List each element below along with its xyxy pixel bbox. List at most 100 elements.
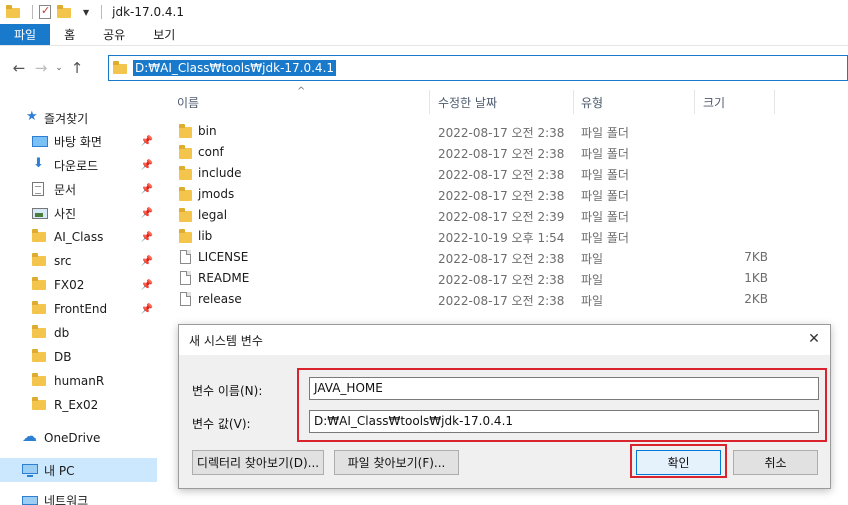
column-header-type[interactable]: 유형	[581, 90, 603, 114]
sidebar-item-this-pc[interactable]: 내 PC	[0, 458, 157, 482]
sidebar-item-pictures[interactable]: 사진 📌	[0, 201, 157, 225]
pin-icon: 📌	[140, 231, 153, 243]
folder-icon	[32, 397, 48, 412]
folder-icon	[179, 187, 192, 201]
folder-icon	[113, 61, 127, 74]
file-name: include	[198, 166, 242, 180]
folder-icon	[179, 145, 192, 159]
column-divider[interactable]	[573, 90, 574, 114]
pin-icon: 📌	[140, 279, 153, 291]
close-icon[interactable]: ✕	[806, 331, 822, 347]
divider	[101, 5, 103, 19]
table-row[interactable]: lib 2022-10-19 오후 1:54 파일 폴더	[157, 226, 848, 247]
table-row[interactable]: bin 2022-08-17 오전 2:38 파일 폴더	[157, 121, 848, 142]
pin-icon: 📌	[140, 135, 153, 147]
browse-file-button[interactable]: 파일 찾아보기(F)...	[334, 450, 459, 475]
file-date: 2022-10-19 오후 1:54	[438, 231, 565, 245]
column-header-name[interactable]: 이름	[177, 90, 199, 114]
divider	[32, 5, 33, 19]
sidebar-item-fx02[interactable]: FX02 📌	[0, 273, 157, 297]
folder-icon	[179, 229, 192, 243]
file-size: 7KB	[744, 250, 768, 264]
folder-icon	[179, 208, 192, 222]
dialog-title: 새 시스템 변수	[189, 333, 263, 348]
folder-icon	[32, 301, 48, 316]
file-date: 2022-08-17 오전 2:38	[438, 168, 565, 182]
column-header-size[interactable]: 크기	[703, 90, 725, 114]
file-size: 2KB	[744, 292, 768, 306]
tab-file[interactable]: 파일	[0, 24, 51, 45]
column-divider[interactable]	[429, 90, 430, 114]
sidebar-item-r-ex02[interactable]: R_Ex02	[0, 393, 157, 417]
address-path[interactable]: D:₩AI_Class₩tools₩jdk-17.0.4.1	[133, 60, 337, 76]
file-type: 파일	[581, 294, 604, 308]
ribbon-tabs: 파일 홈 공유 보기	[0, 24, 848, 46]
table-row[interactable]: include 2022-08-17 오전 2:38 파일 폴더	[157, 163, 848, 184]
folder-icon	[32, 373, 48, 388]
table-row[interactable]: conf 2022-08-17 오전 2:38 파일 폴더	[157, 142, 848, 163]
properties-icon[interactable]	[39, 4, 51, 19]
sidebar-item-downloads[interactable]: 다운로드 📌	[0, 153, 157, 177]
file-icon	[179, 271, 192, 285]
table-row[interactable]: jmods 2022-08-17 오전 2:38 파일 폴더	[157, 184, 848, 205]
table-row[interactable]: legal 2022-08-17 오전 2:39 파일 폴더	[157, 205, 848, 226]
customize-toolbar-dropdown-icon[interactable]: ▼	[83, 8, 89, 17]
table-row[interactable]: LICENSE 2022-08-17 오전 2:38 파일 7KB	[157, 247, 848, 268]
variable-name-field[interactable]: JAVA_HOME	[309, 377, 819, 400]
folder-icon	[179, 124, 192, 138]
column-divider[interactable]	[694, 90, 695, 114]
recent-locations-chevron-icon[interactable]: ⌄	[52, 63, 66, 73]
file-type: 파일 폴더	[581, 210, 629, 224]
variable-value-field[interactable]: D:₩AI_Class₩tools₩jdk-17.0.4.1	[309, 410, 819, 433]
column-divider[interactable]	[774, 90, 775, 114]
folder-icon	[179, 166, 192, 180]
sidebar-item-documents[interactable]: 문서 📌	[0, 177, 157, 201]
variable-name-label: 변수 이름(N):	[192, 384, 263, 398]
folder-icon	[32, 277, 48, 292]
ok-button[interactable]: 확인	[636, 450, 721, 475]
cancel-button[interactable]: 취소	[733, 450, 818, 475]
sidebar-item-onedrive[interactable]: OneDrive	[0, 426, 157, 450]
back-arrow-icon[interactable]: ←	[8, 59, 30, 77]
sidebar-item-db-upper[interactable]: DB	[0, 345, 157, 369]
sidebar-item-db-lower[interactable]: db	[0, 321, 157, 345]
desktop-icon	[32, 135, 48, 147]
sidebar-item-src[interactable]: src 📌	[0, 249, 157, 273]
column-header-date[interactable]: 수정한 날짜	[438, 90, 497, 114]
tab-home[interactable]: 홈	[50, 24, 89, 45]
sidebar-item-favorites[interactable]: 즐겨찾기	[0, 106, 157, 130]
file-type: 파일 폴더	[581, 189, 629, 203]
pin-icon: 📌	[140, 303, 153, 315]
download-icon	[32, 156, 48, 172]
up-arrow-icon[interactable]: ↑	[66, 59, 88, 77]
file-name: legal	[198, 208, 228, 222]
file-type: 파일	[581, 273, 604, 287]
file-name: lib	[198, 229, 213, 243]
sidebar-item-frontend[interactable]: FrontEnd 📌	[0, 297, 157, 321]
tab-view[interactable]: 보기	[139, 24, 189, 45]
browse-directory-button[interactable]: 디렉터리 찾아보기(D)...	[192, 450, 324, 475]
sidebar-item-network[interactable]: 네트워크	[0, 488, 157, 505]
folder-icon	[32, 229, 48, 244]
new-folder-icon[interactable]	[57, 5, 71, 18]
file-name: README	[198, 271, 250, 285]
new-system-variable-dialog: 새 시스템 변수 ✕ 변수 이름(N): JAVA_HOME 변수 값(V): …	[178, 324, 831, 489]
forward-arrow-icon[interactable]: →	[30, 59, 52, 77]
table-row[interactable]: release 2022-08-17 오전 2:38 파일 2KB	[157, 289, 848, 310]
navigation-pane: 즐겨찾기 바탕 화면 📌 다운로드 📌 문서 📌 사진 📌 AI_Class 📌…	[0, 96, 157, 505]
tab-share[interactable]: 공유	[89, 24, 139, 45]
file-icon	[179, 250, 192, 264]
network-icon	[22, 495, 38, 505]
folder-icon	[6, 5, 20, 18]
file-type: 파일	[581, 252, 604, 266]
sidebar-item-humanr[interactable]: humanR	[0, 369, 157, 393]
file-list: ^ 이름 수정한 날짜 유형 크기 bin 2022-08-17 오전 2:38…	[157, 86, 848, 326]
file-date: 2022-08-17 오전 2:38	[438, 126, 565, 140]
address-bar[interactable]: D:₩AI_Class₩tools₩jdk-17.0.4.1	[108, 55, 848, 81]
sidebar-item-desktop[interactable]: 바탕 화면 📌	[0, 129, 157, 153]
navigation-bar: ← → ⌄ ↑ D:₩AI_Class₩tools₩jdk-17.0.4.1	[0, 52, 848, 84]
file-date: 2022-08-17 오전 2:38	[438, 273, 565, 287]
sidebar-item-ai-class[interactable]: AI_Class 📌	[0, 225, 157, 249]
table-row[interactable]: README 2022-08-17 오전 2:38 파일 1KB	[157, 268, 848, 289]
window-title: jdk-17.0.4.1	[112, 5, 185, 19]
